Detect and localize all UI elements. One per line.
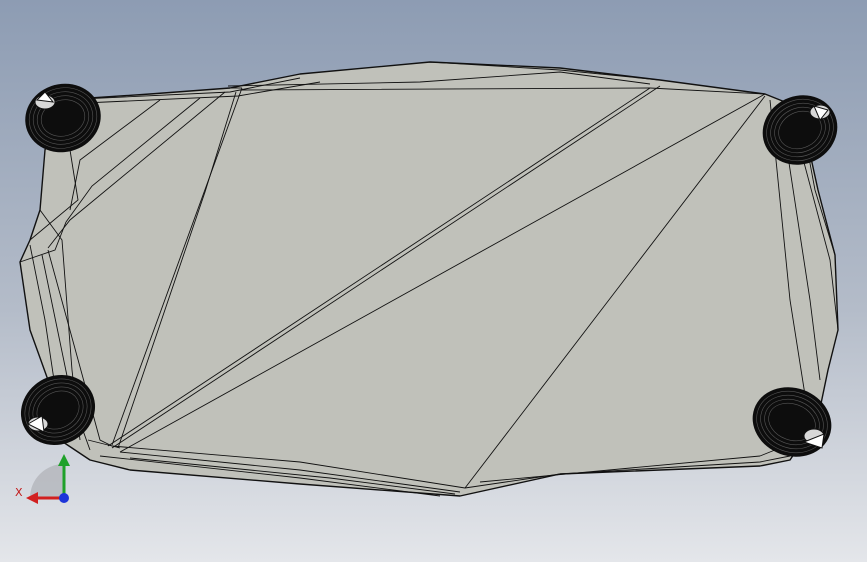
model-view[interactable]: X — [0, 0, 867, 562]
z-axis-icon — [59, 493, 69, 503]
cad-graphics-viewport[interactable]: X — [0, 0, 867, 562]
x-axis-label: X — [15, 486, 23, 499]
faceted-plate-model[interactable] — [19, 61, 839, 497]
plate-body[interactable] — [19, 61, 839, 497]
coordinate-triad: X — [15, 454, 70, 504]
triad-plane-icon — [30, 464, 64, 498]
